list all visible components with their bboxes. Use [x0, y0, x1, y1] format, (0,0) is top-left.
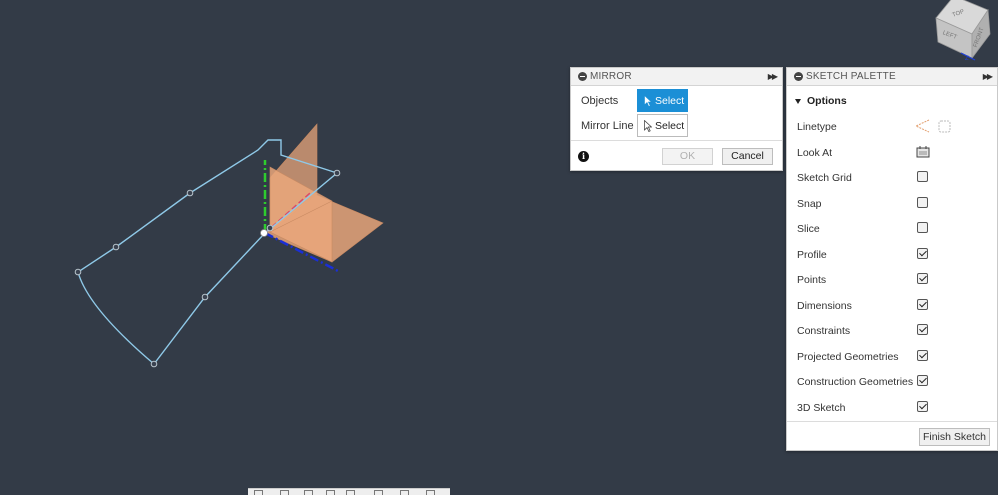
option-label-sketch-grid: Sketch Grid [797, 172, 852, 184]
objects-row: Objects Select [571, 88, 782, 113]
sketch-palette-title: SKETCH PALETTE [806, 71, 896, 82]
option-label-points: Points [797, 274, 827, 286]
checkbox-points[interactable] [917, 273, 928, 284]
option-label-constraints: Constraints [797, 325, 851, 337]
svg-text:Z: Z [965, 56, 969, 62]
option-label-construction-geometries: Construction Geometries [797, 376, 914, 388]
option-row-dimensions: Dimensions [787, 296, 997, 316]
option-label-profile: Profile [797, 248, 827, 261]
option-row-construction-geometries: Construction Geometries [787, 372, 997, 392]
sketch-palette-footer: Finish Sketch [787, 421, 997, 451]
checkbox-projected-geometries[interactable] [917, 349, 928, 361]
look-at-label: Look At [797, 147, 833, 159]
look-at-toolbar-icon[interactable] [304, 490, 313, 495]
option-row-snap: Snap [787, 194, 997, 214]
sketch-point[interactable] [266, 224, 274, 232]
mirror-dialog-title: MIRROR [590, 71, 632, 82]
view-cube-icon[interactable]: TOP LEFT FRONT Z [935, 0, 991, 62]
mirror-line-select-button[interactable]: Select [637, 114, 688, 137]
sketch-point[interactable] [112, 243, 120, 251]
option-label-3d-sketch: 3D Sketch [797, 401, 846, 414]
option-row-3d-sketch: 3D Sketch [787, 398, 997, 418]
expand-icon[interactable]: ▶▶ [983, 72, 993, 81]
finish-sketch-button[interactable]: Finish Sketch [918, 428, 990, 446]
options-section-title: Options [807, 95, 847, 107]
look-at-row: Look At [787, 143, 997, 163]
option-row-points: Points [787, 270, 997, 290]
option-row-slice: Slice [787, 219, 997, 239]
triangle-down-icon [795, 98, 801, 104]
checkbox-slice[interactable] [917, 222, 928, 233]
option-row-profile: Profile [787, 245, 997, 265]
expand-icon[interactable]: ▶▶ [768, 72, 778, 81]
origin-point[interactable] [260, 229, 268, 237]
mirror-line-row: Mirror Line Select [571, 113, 782, 138]
linetype-label: Linetype [797, 121, 837, 133]
checkbox-sketch-grid[interactable] [917, 171, 928, 182]
linetype-row: Linetype [787, 117, 997, 137]
ok-button[interactable]: OK [662, 148, 713, 165]
grid-settings-icon[interactable] [400, 490, 409, 495]
objects-label: Objects [581, 95, 619, 107]
viewports-icon[interactable] [426, 490, 435, 495]
option-label-dimensions: Dimensions [797, 299, 852, 312]
mirror-line-label: Mirror Line [581, 120, 634, 132]
collapse-icon[interactable] [794, 72, 803, 81]
objects-select-label: Select [655, 94, 685, 107]
zoom-icon[interactable] [326, 490, 335, 495]
mirror-dialog-footer: i OK Cancel [571, 140, 782, 171]
orbit-icon[interactable] [254, 490, 263, 495]
option-row-projected-geometries: Projected Geometries [787, 347, 997, 367]
sketch-palette: SKETCH PALETTE ▶▶ Options Linetype Look … [786, 67, 998, 451]
linetype-icon[interactable] [913, 118, 953, 134]
options-section-toggle[interactable]: Options [795, 95, 847, 107]
sketch-point[interactable] [186, 189, 194, 197]
cancel-button[interactable]: Cancel [722, 148, 773, 165]
checkbox-dimensions[interactable] [917, 298, 928, 310]
sketch-point[interactable] [150, 360, 158, 368]
pan-icon[interactable] [280, 490, 289, 495]
info-icon[interactable]: i [578, 151, 589, 162]
cursor-icon [644, 94, 652, 107]
navigation-toolbar [248, 488, 450, 495]
display-settings-icon[interactable] [374, 490, 383, 495]
option-label-projected-geometries: Projected Geometries [797, 350, 899, 363]
mirror-dialog-header[interactable]: MIRROR ▶▶ [571, 68, 782, 86]
checkbox-3d-sketch[interactable] [917, 400, 928, 412]
checkbox-snap[interactable] [917, 196, 928, 208]
option-row-sketch-grid: Sketch Grid [787, 168, 997, 188]
sketch-point[interactable] [333, 169, 341, 177]
objects-select-button[interactable]: Select [637, 89, 688, 112]
sketch-palette-header[interactable]: SKETCH PALETTE ▶▶ [787, 68, 997, 86]
checkbox-profile[interactable] [917, 247, 928, 259]
checkbox-construction-geometries[interactable] [917, 375, 928, 386]
cursor-icon [644, 119, 652, 132]
mirror-line-select-label: Select [655, 119, 685, 132]
option-label-snap: Snap [797, 197, 822, 210]
option-row-constraints: Constraints [787, 321, 997, 341]
sketch-point[interactable] [201, 293, 209, 301]
checkbox-constraints[interactable] [917, 324, 928, 335]
fit-icon[interactable] [346, 490, 355, 495]
look-at-icon[interactable] [916, 145, 930, 158]
collapse-icon[interactable] [578, 72, 587, 81]
sketch-point[interactable] [74, 268, 82, 276]
mirror-dialog: MIRROR ▶▶ Objects Select Mirror Line Sel… [570, 67, 783, 171]
option-label-slice: Slice [797, 223, 820, 235]
